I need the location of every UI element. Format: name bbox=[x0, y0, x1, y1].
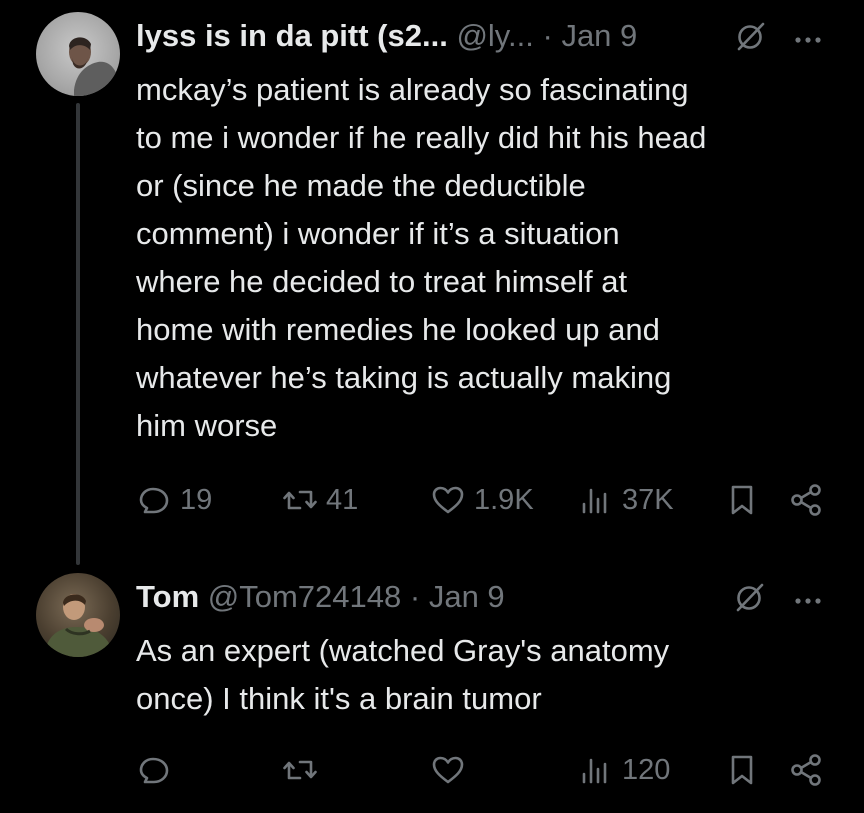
reply-icon bbox=[139, 757, 169, 784]
tweet-text-line: to me i wonder if he really did hit his … bbox=[136, 120, 707, 155]
tweet-date[interactable]: Jan 9 bbox=[429, 579, 505, 614]
avatar[interactable] bbox=[36, 12, 120, 96]
author-handle[interactable]: @ly... bbox=[456, 18, 533, 53]
tweet-text-line: comment) i wonder if it’s a situation bbox=[136, 216, 620, 251]
separator: · bbox=[542, 18, 553, 53]
views-icon bbox=[582, 758, 607, 784]
reply-count: 19 bbox=[180, 483, 213, 516]
share-icon bbox=[791, 754, 821, 786]
tweet-date[interactable]: Jan 9 bbox=[561, 18, 637, 53]
share-button[interactable] bbox=[788, 478, 824, 522]
author-name[interactable]: Tom bbox=[136, 579, 199, 614]
views-button[interactable]: 120 bbox=[578, 748, 670, 792]
more-icon[interactable] bbox=[792, 18, 824, 54]
tweet-header: lyss is in da pitt (s2... @ly... · Jan 9 bbox=[136, 14, 836, 58]
like-button[interactable]: 1.9K bbox=[430, 478, 534, 522]
tweet-text: mckay’s patient is already so fascinatin… bbox=[136, 66, 836, 450]
view-count: 120 bbox=[622, 753, 671, 786]
tweet-text-line: where he decided to treat himself at bbox=[136, 264, 628, 299]
tweet-text-line: whatever he’s taking is actually making bbox=[136, 360, 672, 395]
grok-icon[interactable] bbox=[734, 581, 766, 613]
reply-button[interactable]: 19 bbox=[136, 478, 212, 522]
action-bar: 120 bbox=[0, 748, 864, 792]
repost-icon bbox=[283, 490, 317, 510]
repost-count: 41 bbox=[326, 483, 359, 516]
bookmark-button[interactable] bbox=[724, 478, 760, 522]
like-count: 1.9K bbox=[474, 483, 534, 516]
tweet-text-line: mckay’s patient is already so fascinatin… bbox=[136, 72, 689, 107]
repost-button[interactable] bbox=[282, 748, 318, 792]
tweet-text-line: once) I think it's a brain tumor bbox=[136, 681, 542, 716]
bookmark-icon bbox=[731, 755, 753, 785]
reply-button[interactable] bbox=[136, 748, 172, 792]
reply-icon bbox=[139, 487, 169, 514]
author-name[interactable]: lyss is in da pitt (s2... bbox=[136, 18, 448, 53]
tweet-text-line: As an expert (watched Gray's anatomy bbox=[136, 633, 670, 668]
avatar[interactable] bbox=[36, 573, 120, 657]
more-icon[interactable] bbox=[792, 579, 824, 615]
views-icon bbox=[582, 488, 607, 514]
like-icon bbox=[432, 486, 464, 514]
repost-button[interactable]: 41 bbox=[282, 478, 358, 522]
repost-icon bbox=[283, 760, 317, 780]
tweet-text-line: him worse bbox=[136, 408, 278, 443]
like-button[interactable] bbox=[430, 748, 466, 792]
tweet-text-line: or (since he made the deductible bbox=[136, 168, 586, 203]
share-button[interactable] bbox=[788, 748, 824, 792]
views-button[interactable]: 37K bbox=[578, 478, 674, 522]
tweet-text: As an expert (watched Gray's anatomy onc… bbox=[136, 627, 836, 723]
bookmark-icon bbox=[731, 485, 753, 515]
author-handle[interactable]: @Tom724148 bbox=[208, 579, 401, 614]
view-count: 37K bbox=[622, 483, 674, 516]
tweet-header: Tom @Tom724148 · Jan 9 bbox=[136, 575, 836, 619]
separator: · bbox=[409, 579, 421, 614]
action-bar: 19 41 1.9K 37K bbox=[0, 478, 864, 522]
share-icon bbox=[791, 484, 821, 516]
grok-icon[interactable] bbox=[735, 20, 767, 52]
tweet-text-line: home with remedies he looked up and bbox=[136, 312, 660, 347]
bookmark-button[interactable] bbox=[724, 748, 760, 792]
like-icon bbox=[432, 756, 464, 784]
